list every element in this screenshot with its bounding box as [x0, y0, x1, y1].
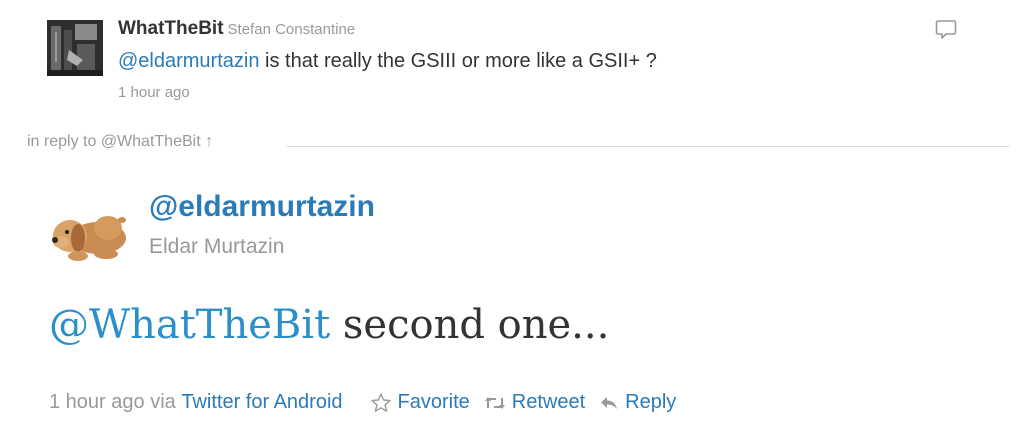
up-arrow-icon: ↑ — [205, 133, 214, 150]
reply-button[interactable]: Reply — [599, 391, 676, 414]
parent-tweet: WhatTheBit Stefan Constantine @eldarmurta… — [47, 16, 977, 106]
main-tweet-text: @WhatTheBit second one... — [49, 302, 609, 348]
favorite-label: Favorite — [397, 391, 470, 413]
parent-username: Stefan Constantine — [227, 21, 356, 38]
parent-display-name[interactable]: WhatTheBit — [118, 18, 224, 39]
tweet-footer: 1 hour ago via Twitter for Android Favor… — [49, 391, 676, 414]
main-avatar[interactable] — [48, 198, 130, 266]
retweet-button[interactable]: Retweet — [484, 391, 585, 414]
main-full-name: Eldar Murtazin — [149, 235, 285, 258]
main-timestamp[interactable]: 1 hour ago — [49, 391, 145, 414]
favorite-button[interactable]: Favorite — [370, 391, 470, 414]
speech-bubble-icon[interactable] — [934, 18, 958, 47]
parent-avatar[interactable] — [47, 20, 103, 76]
main-text-body: second one... — [330, 302, 610, 348]
main-username[interactable]: @eldarmurtazin — [149, 190, 375, 224]
reply-label: Reply — [625, 391, 677, 413]
parent-text-body: is that really the GSIII or more like a … — [259, 50, 657, 72]
parent-mention-link[interactable]: @eldarmurtazin — [118, 50, 259, 72]
main-mention-link[interactable]: @WhatTheBit — [49, 302, 330, 348]
star-icon — [370, 392, 392, 414]
parent-timestamp[interactable]: 1 hour ago — [118, 84, 190, 101]
retweet-label: Retweet — [511, 391, 586, 413]
in-reply-to-link[interactable]: in reply to @WhatTheBit ↑ — [27, 133, 213, 151]
parent-tweet-text: @eldarmurtazin is that really the GSIII … — [118, 50, 657, 73]
parent-header: WhatTheBit Stefan Constantine — [118, 18, 355, 40]
client-link[interactable]: Twitter for Android — [181, 391, 342, 414]
reply-arrow-icon — [599, 395, 619, 411]
via-label: via — [150, 391, 176, 413]
retweet-icon — [484, 395, 506, 411]
in-reply-to-label: in reply to @WhatTheBit — [27, 133, 201, 150]
divider — [286, 146, 1010, 147]
